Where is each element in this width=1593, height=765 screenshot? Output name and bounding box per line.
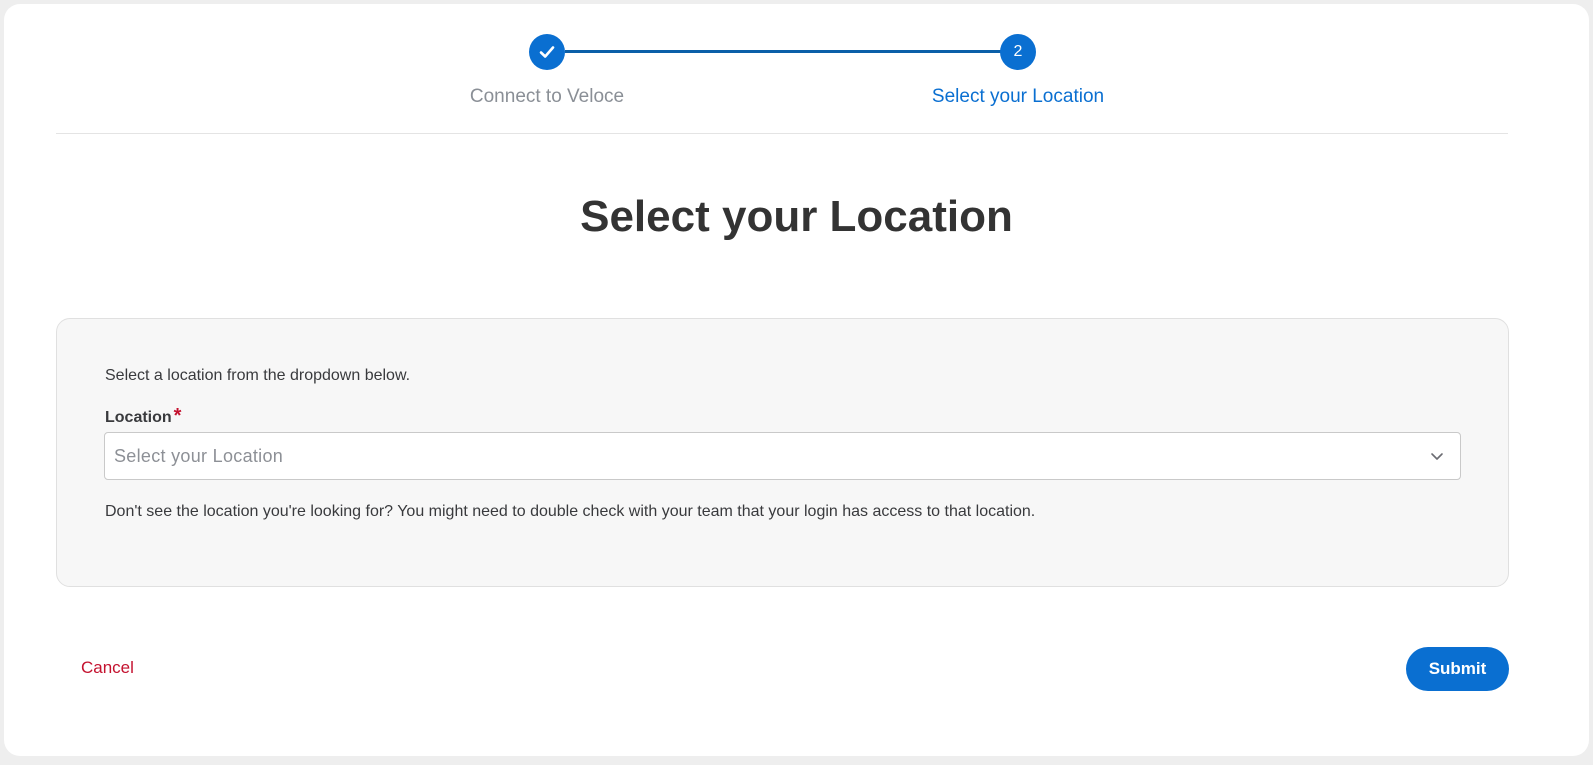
submit-button[interactable]: Submit (1406, 647, 1509, 691)
step-2-label: Select your Location (931, 86, 1105, 107)
required-marker: * (173, 405, 182, 427)
chevron-down-icon (1431, 453, 1443, 460)
checkmark-icon (539, 46, 555, 58)
page-title: Select your Location (580, 192, 1013, 241)
instructions-text: Select a location from the dropdown belo… (105, 367, 411, 384)
location-help-text: Don't see the location you're looking fo… (105, 503, 1036, 520)
location-select[interactable]: Select your Location (104, 432, 1461, 480)
progress-stepper: Connect to Veloce 2 Select your Location (4, 4, 1589, 134)
location-select-placeholder: Select your Location (114, 445, 284, 466)
connect-card: Connect to Veloce 2 Select your Location… (4, 4, 1589, 756)
stepper-connector-line (565, 50, 1002, 53)
location-form-panel: Select a location from the dropdown belo… (56, 318, 1509, 587)
cancel-button[interactable]: Cancel (81, 658, 134, 678)
location-field-label: Location * (105, 405, 181, 428)
header-divider (56, 133, 1508, 134)
step-1-label: Connect to Veloce (469, 86, 625, 107)
location-label-text: Location (105, 409, 172, 426)
step-2-active-indicator: 2 (1000, 34, 1036, 70)
step-1-complete-indicator (529, 34, 565, 70)
